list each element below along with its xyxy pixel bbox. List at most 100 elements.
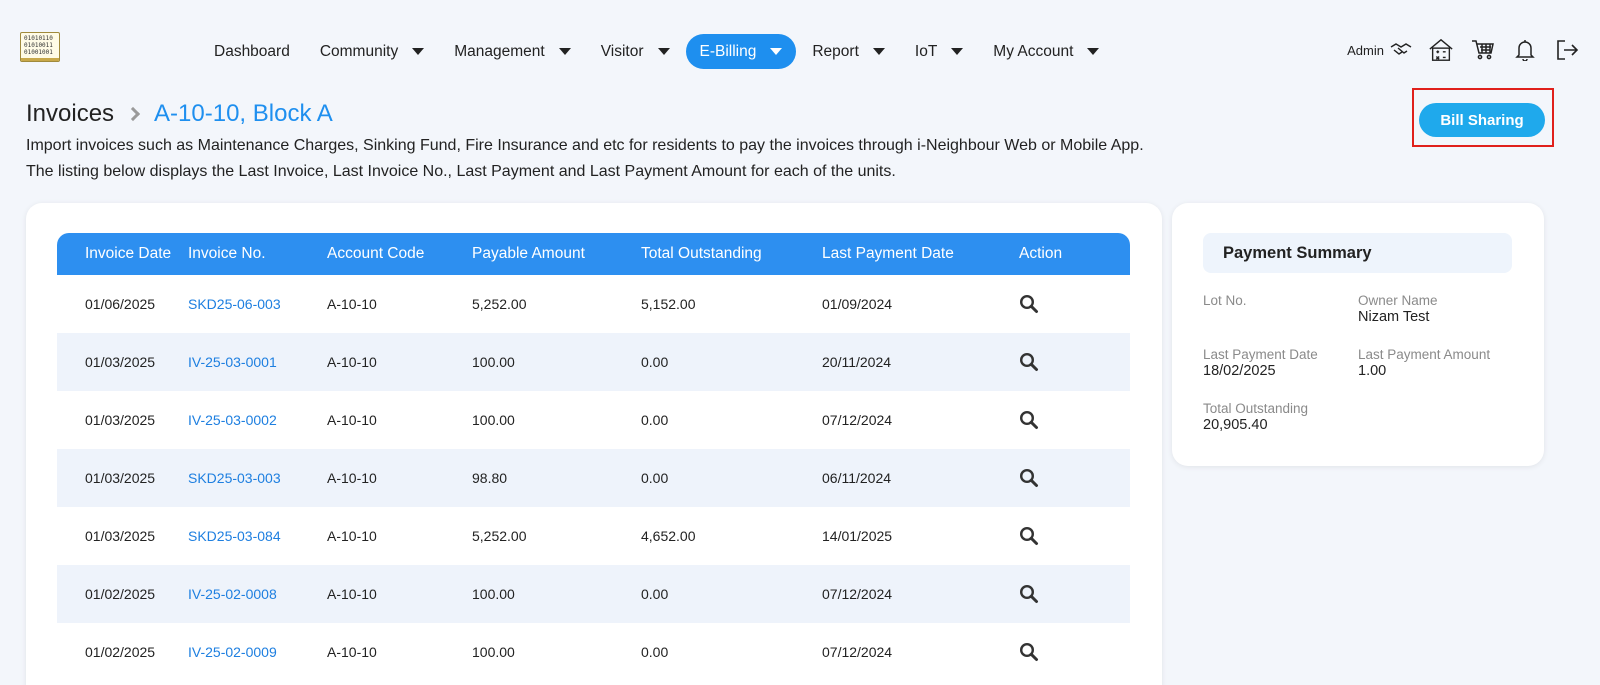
nav-item-visitor[interactable]: Visitor (587, 34, 684, 69)
total-outstanding-field: Total Outstanding 20,905.40 (1203, 401, 1308, 434)
page-description: Import invoices such as Maintenance Char… (26, 133, 1144, 185)
cell-account-code: A-10-10 (327, 296, 377, 312)
table-row: 01/03/2025 SKD25-03-003 A-10-10 98.80 0.00 06… (57, 449, 1130, 507)
breadcrumb: Invoices A-10-10, Block A (26, 100, 333, 128)
cell-action (1002, 642, 1102, 662)
cell-invoice-date: 01/02/2025 (85, 644, 156, 660)
bill-sharing-button[interactable]: Bill Sharing (1419, 103, 1545, 137)
last-payment-amount-field: Last Payment Amount 1.00 (1358, 347, 1490, 380)
owner-name-label: Owner Name (1358, 293, 1438, 308)
search-icon[interactable] (1019, 352, 1039, 372)
col-header-last-payment-date: Last Payment Date (822, 245, 954, 262)
table-row: 01/06/2025 SKD25-06-003 A-10-10 5,252.00 5,1… (57, 275, 1130, 333)
col-header-account-code: Account Code (327, 245, 425, 262)
col-header-payable-amount: Payable Amount (472, 245, 585, 262)
table-row: 01/03/2025 IV-25-03-0001 A-10-10 100.00 0.00… (57, 333, 1130, 391)
table-row: 01/03/2025 SKD25-03-084 A-10-10 5,252.00 4,6… (57, 507, 1130, 565)
cell-last-payment-date: 07/12/2024 (822, 412, 893, 428)
nav-item-dashboard[interactable]: Dashboard (200, 34, 304, 69)
cell-last-payment-date: 20/11/2024 (822, 354, 892, 370)
table-header: Invoice Date Invoice No. Account Code Pa… (57, 233, 1130, 275)
nav-item-label: Visitor (600, 42, 644, 60)
cell-total-outstanding: 0.00 (641, 412, 669, 428)
search-icon[interactable] (1019, 526, 1039, 546)
main-nav: Dashboard Community Management Visitor E-Bil… (200, 34, 1115, 69)
cell-account-code: A-10-10 (327, 470, 377, 486)
search-icon[interactable] (1019, 584, 1039, 604)
description-line-1: Import invoices such as Maintenance Char… (26, 137, 1144, 154)
col-header-total-outstanding: Total Outstanding (641, 245, 762, 262)
user-area: Admin (1347, 34, 1580, 66)
cell-action (1002, 410, 1102, 430)
nav-item-label: My Account (993, 42, 1074, 60)
nav-item-label: E-Billing (699, 42, 757, 60)
cell-account-code: A-10-10 (327, 354, 377, 370)
cell-payable-amount: 100.00 (472, 586, 515, 602)
nav-item-community[interactable]: Community (306, 34, 438, 69)
nav-item-label: IoT (914, 42, 938, 60)
caret-down-icon (1087, 48, 1100, 55)
invoice-no-link[interactable]: IV-25-03-0002 (188, 412, 327, 428)
nav-item-my-account[interactable]: My Account (979, 34, 1113, 69)
nav-item-report[interactable]: Report (798, 34, 899, 69)
invoice-no-link[interactable]: IV-25-02-0009 (188, 644, 327, 660)
nav-item-management[interactable]: Management (440, 34, 584, 69)
invoice-no-link[interactable]: SKD25-03-084 (188, 528, 327, 544)
caret-down-icon (558, 48, 571, 55)
lot-no-field: Lot No. (1203, 293, 1247, 309)
cell-last-payment-date: 06/11/2024 (822, 470, 892, 486)
cell-action (1002, 294, 1102, 314)
total-outstanding-label: Total Outstanding (1203, 401, 1309, 416)
logo-text: 01010110 01010011 01001001 (24, 35, 53, 56)
col-header-invoice-no: Invoice No. (188, 245, 266, 262)
invoice-no-link[interactable]: SKD25-06-003 (188, 296, 327, 312)
cell-invoice-date: 01/02/2025 (85, 586, 156, 602)
cell-invoice-date: 01/06/2025 (85, 296, 156, 312)
payment-summary-title: Payment Summary (1203, 233, 1512, 273)
cell-payable-amount: 98.80 (472, 470, 508, 486)
breadcrumb-root[interactable]: Invoices (26, 100, 114, 128)
cell-total-outstanding: 4,652.00 (641, 528, 696, 544)
search-icon[interactable] (1019, 410, 1039, 430)
cell-last-payment-date: 14/01/2025 (822, 528, 893, 544)
nav-item-iot[interactable]: IoT (901, 34, 977, 69)
cell-last-payment-date: 01/09/2024 (822, 296, 893, 312)
invoice-table-card: Invoice Date Invoice No. Account Code Pa… (26, 203, 1162, 685)
admin-switch[interactable]: Admin (1347, 37, 1412, 63)
cell-account-code: A-10-10 (327, 528, 377, 544)
lot-no-label: Lot No. (1203, 293, 1247, 308)
logo[interactable]: 01010110 01010011 01001001 (20, 32, 60, 62)
top-navbar: 01010110 01010011 01001001 Dashboard Comm… (0, 0, 1600, 100)
cell-payable-amount: 100.00 (472, 644, 515, 660)
col-header-invoice-date: Invoice Date (85, 245, 172, 262)
last-payment-amount-label: Last Payment Amount (1358, 347, 1491, 362)
search-icon[interactable] (1019, 642, 1039, 662)
caret-down-icon (412, 48, 425, 55)
nav-item-e-billing[interactable]: E-Billing (685, 34, 797, 69)
building-calc-icon[interactable] (1428, 37, 1454, 63)
payment-summary-card: Payment Summary Lot No. Owner Name Nizam… (1172, 203, 1544, 466)
bell-icon[interactable] (1512, 37, 1538, 63)
nav-item-label: Report (812, 42, 859, 60)
last-payment-date-value: 18/02/2025 (1203, 363, 1276, 379)
cart-icon[interactable] (1470, 37, 1496, 63)
bill-sharing-highlight: Bill Sharing (1412, 88, 1554, 147)
invoice-no-link[interactable]: IV-25-03-0001 (188, 354, 327, 370)
search-icon[interactable] (1019, 468, 1039, 488)
cell-action (1002, 526, 1102, 546)
cell-action (1002, 584, 1102, 604)
cell-total-outstanding: 0.00 (641, 586, 669, 602)
cell-invoice-date: 01/03/2025 (85, 354, 156, 370)
cell-payable-amount: 100.00 (472, 412, 515, 428)
col-header-action: Action (1019, 245, 1063, 262)
cell-last-payment-date: 07/12/2024 (822, 644, 893, 660)
cell-invoice-date: 01/03/2025 (85, 528, 156, 544)
last-payment-date-label: Last Payment Date (1203, 347, 1318, 362)
invoice-no-link[interactable]: IV-25-02-0008 (188, 586, 327, 602)
chevron-right-icon (125, 106, 141, 122)
invoice-no-link[interactable]: SKD25-03-003 (188, 470, 327, 486)
search-icon[interactable] (1019, 294, 1039, 314)
logout-icon[interactable] (1554, 37, 1580, 63)
caret-down-icon (657, 48, 670, 55)
admin-label: Admin (1347, 42, 1384, 58)
